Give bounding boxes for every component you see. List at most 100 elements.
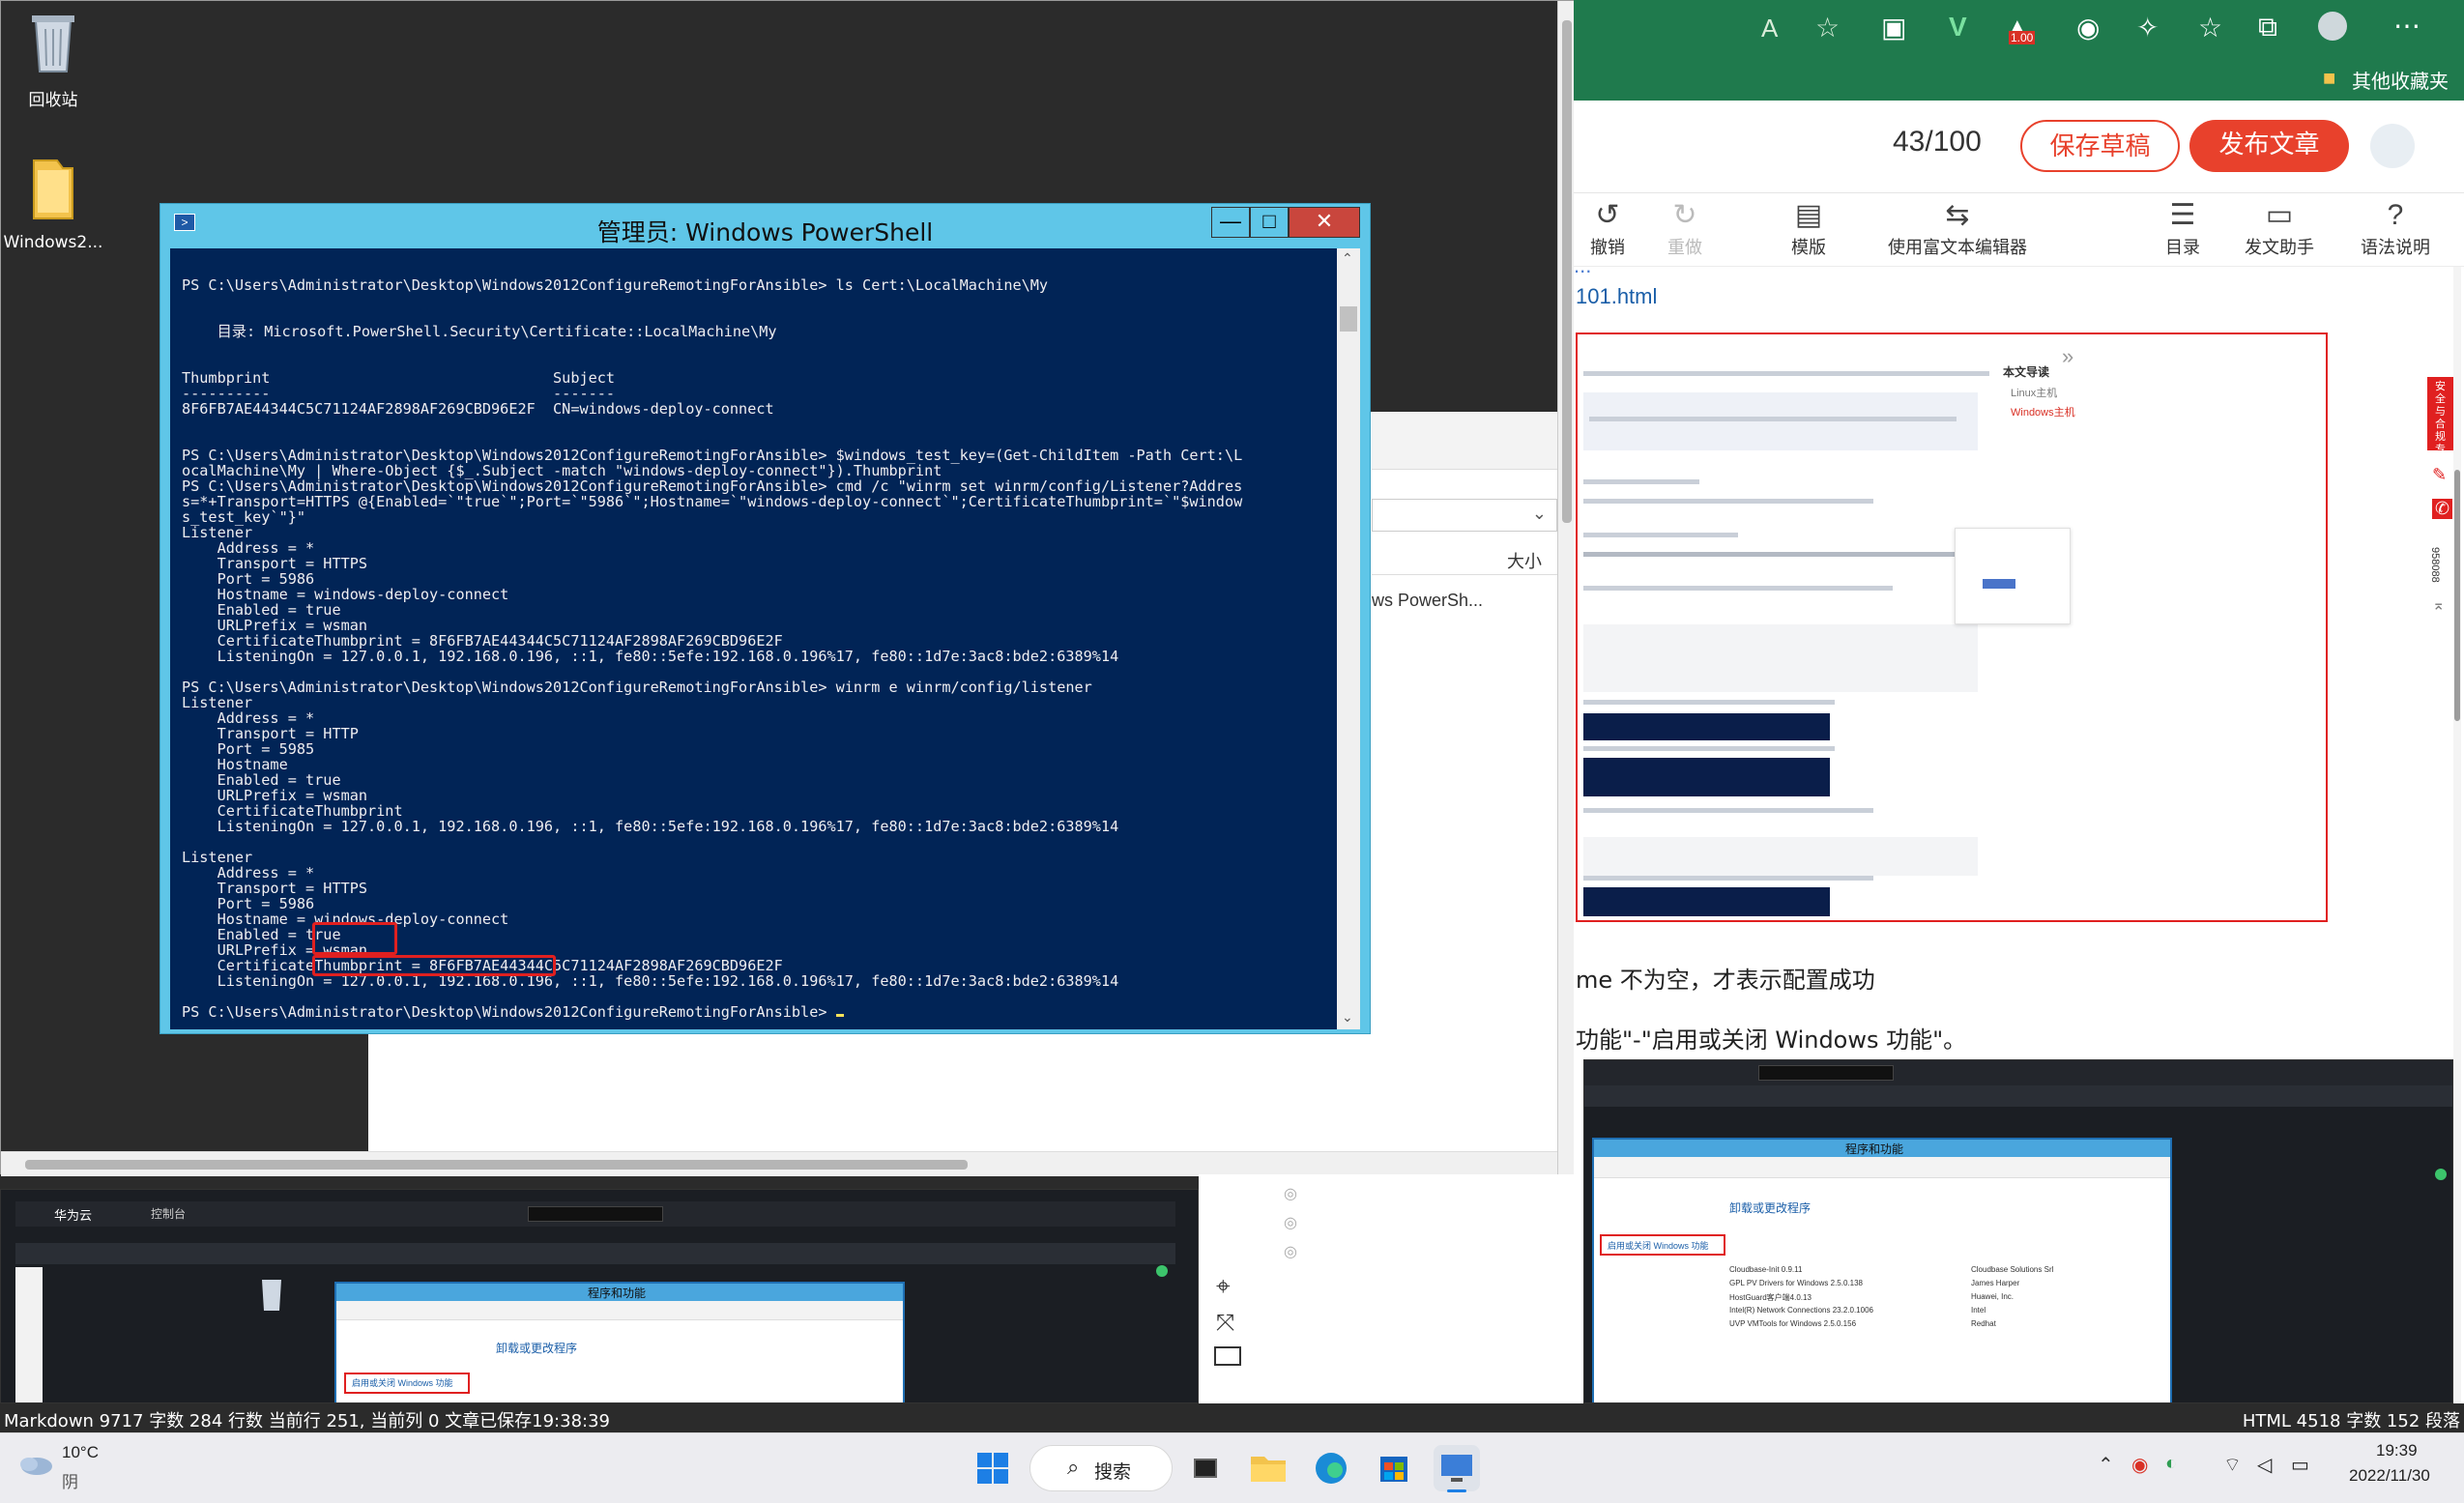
uninstall-link[interactable]: 卸载或更改程序 <box>496 1340 577 1356</box>
browser-titlebar: A ☆ ▣ V ▲ 1.00 ◉ ✧ ☆ ⧉ ⋯ <box>1574 0 2464 56</box>
extension-circle-icon[interactable]: ◉ <box>2076 12 2100 43</box>
more-menu-icon[interactable]: ⋯ <box>2393 10 2421 42</box>
browser-window: A ☆ ▣ V ▲ 1.00 ◉ ✧ ☆ ⧉ ⋯ ■ 其他收藏夹 43/100 … <box>1574 0 2464 1403</box>
console-line: PS C:\Users\Administrator\Desktop\Window… <box>182 1004 1242 1020</box>
console-line: Address = * <box>182 864 315 882</box>
tray-wechat-icon[interactable]: ◐ <box>2165 1453 2177 1475</box>
horizontal-scrollbar[interactable] <box>1 1151 1575 1176</box>
clock-date[interactable]: 2022/11/30 <box>2349 1466 2430 1486</box>
undo-icon: ↺ <box>1595 199 1620 231</box>
preview-text-2: 功能"-"启用或关闭 Windows 功能"。 <box>1576 1026 1967 1054</box>
weather-temp[interactable]: 10°C <box>62 1443 99 1462</box>
phone-icon[interactable]: ✆ <box>2432 499 2453 519</box>
remote-desktop-button[interactable] <box>1434 1445 1480 1492</box>
start-button[interactable] <box>970 1445 1016 1491</box>
assistant-icon: ▭ <box>2265 199 2294 231</box>
editor-header: 43/100 保存草稿 发布文章 <box>1574 101 2464 193</box>
console-line: s_test_key`"}" <box>182 508 306 526</box>
extensions-icon[interactable]: ✧ <box>2136 12 2159 43</box>
doc-link[interactable]: 101.html <box>1576 284 1657 309</box>
console-line: CertificateThumbprint <box>182 802 403 820</box>
monitor-icon[interactable] <box>1214 1346 1241 1366</box>
scrollbar-thumb[interactable] <box>1340 306 1357 332</box>
file-explorer-button[interactable] <box>1245 1445 1291 1491</box>
crosshair-icon[interactable]: ⌖ <box>1216 1271 1231 1302</box>
console-label: 控制台 <box>151 1207 187 1221</box>
favorites-icon[interactable]: ☆ <box>2198 12 2222 43</box>
weather-icon[interactable] <box>15 1449 54 1478</box>
folder-desktop-icon[interactable]: Windows2... <box>0 153 106 252</box>
maximize-button[interactable]: □ <box>1250 207 1289 238</box>
reader-icon[interactable]: ▣ <box>1881 12 1906 43</box>
rich-text-editor-button[interactable]: ⇆ 使用富文本编辑器 <box>1856 197 2059 259</box>
windows-features-link[interactable]: 启用或关闭 Windows 功能 <box>1608 1239 1709 1252</box>
tray-chevron-icon[interactable]: ⌃ <box>2098 1453 2114 1477</box>
move-icon[interactable]: ⤧ <box>1216 1310 1234 1337</box>
save-draft-button[interactable]: 保存草稿 <box>2020 120 2180 172</box>
folder-icon: ■ <box>2323 66 2336 90</box>
assistant-button[interactable]: ▭ 发文助手 <box>2231 197 2328 259</box>
weather-desc[interactable]: 阴 <box>62 1468 78 1492</box>
cursor <box>835 1014 844 1017</box>
bg-dropdown[interactable]: ⌄ <box>1372 499 1557 532</box>
back-to-top-icon[interactable]: ⌅ <box>2432 595 2445 615</box>
scroll-down-icon[interactable]: ⌄ <box>1342 1009 1353 1026</box>
powershell-titlebar[interactable]: > 管理员: Windows PowerShell — □ ✕ <box>160 204 1370 248</box>
other-bookmarks[interactable]: 其他收藏夹 <box>2352 66 2449 94</box>
programs-window: 程序和功能 卸载或更改程序 启用或关闭 Windows 功能 Cloudbase… <box>1592 1138 2172 1402</box>
favorite-add-icon[interactable]: ☆ <box>1815 12 1840 43</box>
task-view-button[interactable] <box>1182 1445 1229 1491</box>
template-button[interactable]: ▤ 模版 <box>1781 197 1837 259</box>
uninstall-link[interactable]: 卸载或更改程序 <box>1729 1200 1811 1216</box>
taskbar-search[interactable]: ⌕ 搜索 <box>1029 1445 1173 1491</box>
toc-item-linux[interactable]: Linux主机 <box>2011 385 2057 400</box>
console-line: Enabled = true <box>182 771 341 789</box>
redo-icon: ↻ <box>1672 199 1697 231</box>
volume-icon[interactable]: ◁ <box>2257 1453 2272 1477</box>
edge-button[interactable] <box>1308 1445 1354 1491</box>
extension-badge: 1.00 <box>2009 31 2036 44</box>
store-button[interactable] <box>1371 1445 1417 1491</box>
console-scrollbar[interactable]: ⌃ ⌄ <box>1337 248 1360 1029</box>
recycle-bin-icon[interactable]: 回收站 <box>0 6 106 110</box>
scrollbar-thumb[interactable] <box>25 1160 968 1170</box>
collections-icon[interactable]: ⧉ <box>2258 12 2277 43</box>
wifi-icon[interactable]: ⌔ <box>2223 1453 2242 1477</box>
powershell-console[interactable]: PS C:\Users\Administrator\Desktop\Window… <box>170 248 1338 1029</box>
bookmarks-bar: ■ 其他收藏夹 <box>1574 56 2464 101</box>
preview-scrollbar[interactable] <box>2453 267 2461 1403</box>
windows-features-link[interactable]: 启用或关闭 Windows 功能 <box>352 1376 453 1389</box>
vertical-scrollbar[interactable] <box>1557 1 1575 1175</box>
console-output: PS C:\Users\Administrator\Desktop\Window… <box>182 277 1242 1020</box>
console-line: 8F6FB7AE44344C5C71124AF2898AF269CBD96E2F… <box>182 400 774 418</box>
toc-button[interactable]: ☰ 目录 <box>2154 197 2212 259</box>
extension-v-icon[interactable]: V <box>1949 12 1967 43</box>
console-line: Port = 5986 <box>182 895 315 912</box>
battery-icon[interactable]: ▭ <box>2291 1453 2309 1477</box>
undo-button[interactable]: ↺ 撤销 <box>1580 197 1636 259</box>
redo-button[interactable]: ↻ 重做 <box>1657 197 1713 259</box>
minimize-button[interactable]: — <box>1211 207 1250 238</box>
expand-icon[interactable]: » <box>2062 344 2073 369</box>
feedback-icon[interactable]: ✎ <box>2432 465 2447 485</box>
syntax-help-button[interactable]: ? 语法说明 <box>2347 197 2444 259</box>
scrollbar-thumb[interactable] <box>1562 20 1572 523</box>
close-button[interactable]: ✕ <box>1289 207 1360 238</box>
size-column-header[interactable]: 大小 <box>1507 548 1542 573</box>
scrollbar-thumb[interactable] <box>2454 470 2460 721</box>
profile-avatar[interactable] <box>2318 12 2347 41</box>
link-partial-top[interactable]: ... <box>1574 267 1591 278</box>
scroll-up-icon[interactable]: ⌃ <box>1342 250 1353 267</box>
user-avatar[interactable] <box>2370 124 2415 168</box>
toc-item-windows[interactable]: Windows主机 <box>2011 404 2075 419</box>
read-aloud-icon[interactable]: A <box>1761 14 1778 43</box>
publish-button[interactable]: 发布文章 <box>2189 120 2349 172</box>
powershell-file-item[interactable]: ws PowerSh... <box>1372 591 1483 611</box>
tray-app-icon[interactable]: ◉ <box>2131 1453 2148 1477</box>
clock-time[interactable]: 19:39 <box>2376 1441 2418 1460</box>
search-input[interactable] <box>528 1206 663 1222</box>
folder-icon <box>1251 1457 1286 1482</box>
